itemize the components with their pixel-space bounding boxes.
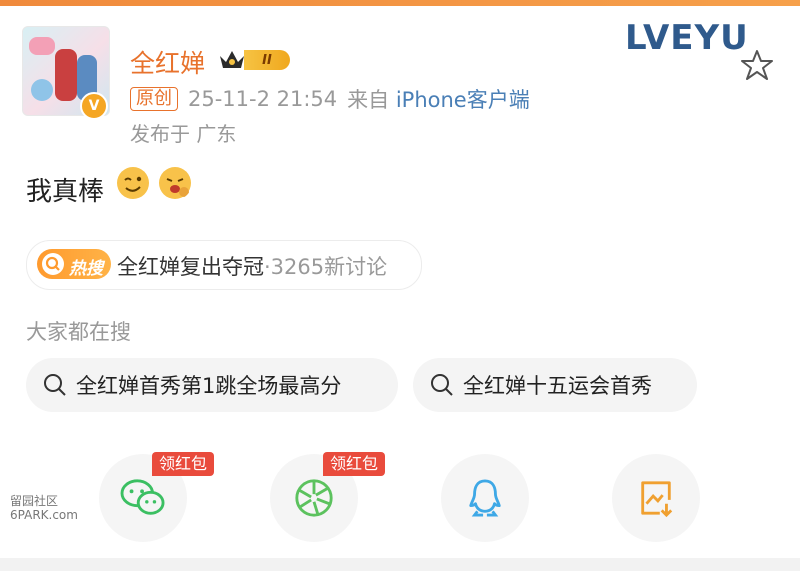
source-link[interactable]: iPhone客户端 bbox=[396, 88, 530, 112]
site-watermark: 留园社区 6PARK.com bbox=[10, 494, 78, 522]
search-icon bbox=[431, 374, 453, 396]
share-qq-button[interactable] bbox=[441, 454, 529, 542]
hot-search-topic[interactable]: 热搜 全红婵复出夺冠·3265新讨论 bbox=[26, 240, 422, 290]
red-packet-tag-wechat[interactable]: 领红包 bbox=[152, 452, 215, 476]
cheer-emoji-icon bbox=[159, 167, 191, 199]
hot-search-badge-label: 热搜 bbox=[69, 259, 103, 279]
search-icon bbox=[42, 253, 64, 275]
suggestion-text: 全红婵十五运会首秀 bbox=[463, 374, 652, 398]
username[interactable]: 全红婵 bbox=[130, 44, 205, 80]
suggestion-chip-2[interactable]: 全红婵十五运会首秀 bbox=[413, 358, 697, 412]
post-text: 我真棒 bbox=[26, 177, 105, 207]
save-image-button[interactable] bbox=[612, 454, 700, 542]
favorite-star-icon[interactable] bbox=[740, 48, 774, 82]
search-icon bbox=[44, 374, 66, 396]
post-location: 发布于 广东 bbox=[130, 122, 237, 146]
bottom-divider bbox=[0, 558, 800, 571]
post-meta: 原创 25-11-2 21:54 来自 iPhone客户端 bbox=[130, 86, 530, 112]
original-tag: 原创 bbox=[130, 87, 178, 111]
love-sticker-decoration: LVEYU bbox=[625, 18, 749, 58]
hot-search-text: 全红婵复出夺冠·3265新讨论 bbox=[117, 251, 387, 281]
moments-icon bbox=[295, 479, 333, 517]
avatar-character bbox=[31, 79, 53, 101]
avatar-person-left bbox=[55, 49, 77, 101]
suggestion-text: 全红婵首秀第1跳全场最高分 bbox=[76, 374, 342, 398]
verified-badge-icon: V bbox=[80, 92, 108, 120]
suggestion-chip-1[interactable]: 全红婵首秀第1跳全场最高分 bbox=[26, 358, 398, 412]
wink-emoji-icon bbox=[117, 167, 149, 199]
hot-search-count: ·3265新讨论 bbox=[264, 255, 388, 279]
timestamp: 25-11-2 21:54 bbox=[188, 87, 338, 111]
rank-badge[interactable]: II bbox=[244, 50, 290, 70]
hot-search-topic-text: 全红婵复出夺冠 bbox=[117, 255, 264, 279]
crown-icon bbox=[220, 51, 244, 68]
watermark-line1: 留园社区 bbox=[10, 494, 59, 508]
qq-icon bbox=[469, 479, 501, 517]
post-card: V 全红婵 II 原创 25-11-2 21:54 来自 iPhone客户端 发… bbox=[0, 6, 800, 571]
from-label: 来自 bbox=[347, 88, 390, 112]
red-packet-tag-moments[interactable]: 领红包 bbox=[323, 452, 386, 476]
source-line: 来自 iPhone客户端 bbox=[347, 84, 530, 114]
watermark-line2: 6PARK.com bbox=[10, 508, 78, 522]
avatar-sticker bbox=[29, 37, 55, 55]
suggestions-heading: 大家都在搜 bbox=[26, 320, 131, 344]
save-image-icon bbox=[641, 481, 673, 518]
wechat-icon bbox=[120, 479, 165, 515]
hot-search-badge: 热搜 bbox=[37, 249, 111, 279]
